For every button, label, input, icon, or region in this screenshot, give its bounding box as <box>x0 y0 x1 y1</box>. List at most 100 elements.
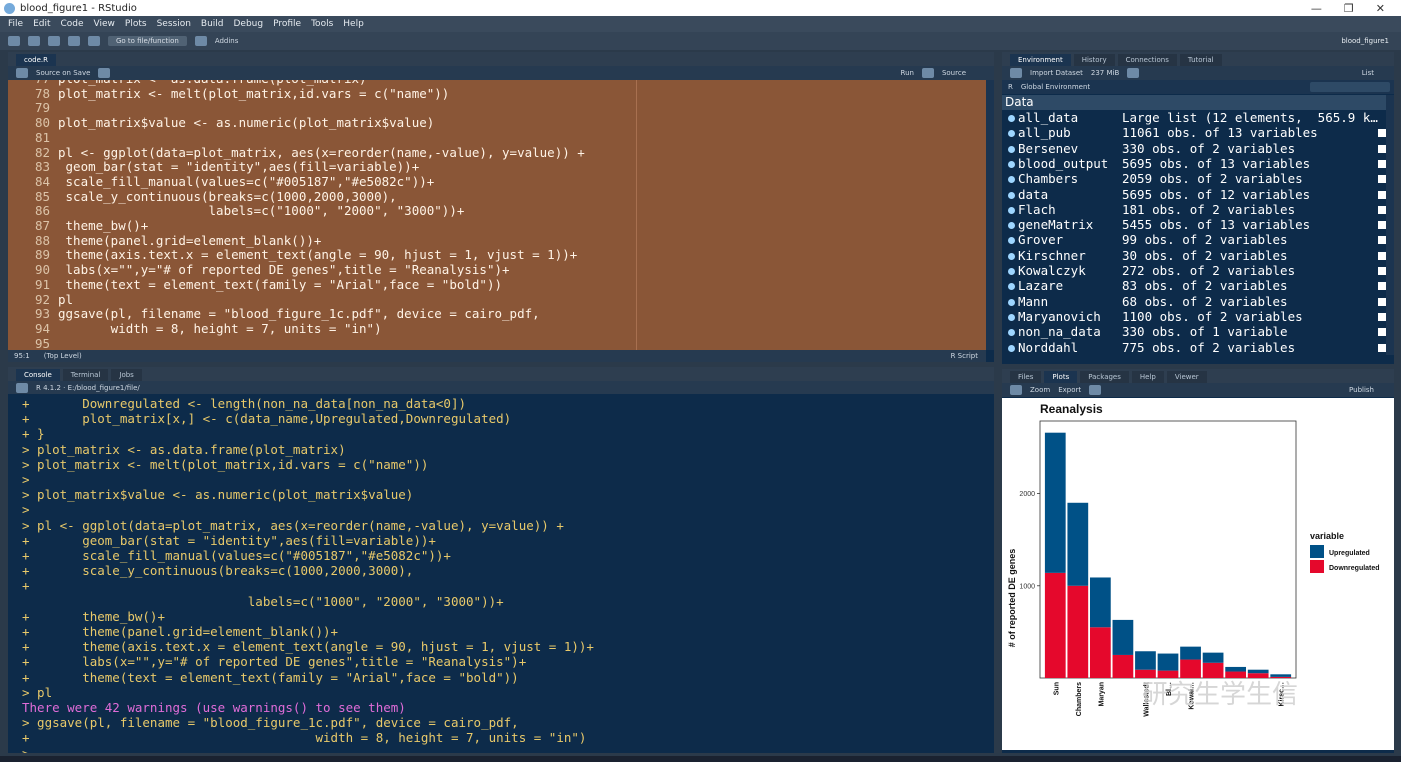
search-icon[interactable] <box>98 68 111 78</box>
code-line[interactable]: 86 labels=c("1000", "2000", "3000"))+ <box>8 203 986 218</box>
tab-help[interactable]: Help <box>1131 371 1164 383</box>
env-row[interactable]: data 5695 obs. of 12 variables <box>1008 187 1386 202</box>
source-on-save-checkbox[interactable]: Source on Save <box>36 69 90 77</box>
code-line[interactable]: 94 width = 8, height = 7, units = "in") <box>8 321 986 336</box>
menu-file[interactable]: File <box>8 19 23 29</box>
source-button[interactable]: Source <box>942 69 966 77</box>
view-data-icon[interactable] <box>1378 343 1386 352</box>
env-row[interactable]: Norddahl 775 obs. of 2 variables <box>1008 340 1386 355</box>
env-row[interactable]: Lazare 83 obs. of 2 variables <box>1008 278 1386 293</box>
view-data-icon[interactable] <box>1378 144 1386 153</box>
view-data-icon[interactable] <box>1378 312 1386 321</box>
expand-icon[interactable] <box>1008 344 1015 352</box>
export-button[interactable]: Export <box>1058 386 1081 394</box>
code-area[interactable]: 77plot_matrix <- as.data.frame(plot_matr… <box>8 80 986 350</box>
expand-icon[interactable] <box>1008 115 1015 122</box>
code-line[interactable]: 82 pl <- ggplot(data=plot_matrix, aes(x=r… <box>8 145 986 160</box>
env-row[interactable]: non_na_data 330 obs. of 1 variable <box>1008 324 1386 339</box>
view-data-icon[interactable] <box>1378 236 1386 245</box>
menu-plots[interactable]: Plots <box>125 19 147 29</box>
goto-file-input[interactable]: Go to file/function <box>108 36 187 46</box>
view-data-icon[interactable] <box>1378 129 1386 138</box>
view-data-icon[interactable] <box>1378 159 1386 168</box>
view-data-icon[interactable] <box>1378 282 1386 291</box>
env-row[interactable]: Maryanovich 1100 obs. of 2 variables <box>1008 309 1386 324</box>
code-line[interactable]: 93 ggsave(pl, filename = "blood_figure_1c… <box>8 306 986 321</box>
code-line[interactable]: 89 theme(axis.text.x = element_text(angl… <box>8 247 986 262</box>
tab-packages[interactable]: Packages <box>1080 371 1129 383</box>
close-button[interactable]: ✕ <box>1376 2 1385 15</box>
import-dataset-button[interactable]: Import Dataset <box>1030 69 1083 77</box>
broom-icon[interactable] <box>1127 68 1140 78</box>
editor-scrollbar[interactable] <box>986 80 994 350</box>
env-row[interactable]: all_data Large list (12 elements, 565.9 k… <box>1008 110 1386 125</box>
env-row[interactable]: all_pub 11061 obs. of 13 variables <box>1008 125 1386 140</box>
code-line[interactable]: 88 theme(panel.grid=element_blank())+ <box>8 233 986 248</box>
menu-debug[interactable]: Debug <box>234 19 264 29</box>
new-project-icon[interactable] <box>28 36 40 46</box>
menu-view[interactable]: View <box>94 19 115 29</box>
expand-icon[interactable] <box>1008 252 1015 260</box>
view-data-icon[interactable] <box>1378 221 1386 230</box>
code-line[interactable]: 79 <box>8 100 986 115</box>
code-line[interactable]: 84 scale_fill_manual(values=c("#005187",… <box>8 174 986 189</box>
expand-icon[interactable] <box>1008 160 1015 168</box>
menu-session[interactable]: Session <box>157 19 191 29</box>
menu-profile[interactable]: Profile <box>273 19 301 29</box>
code-line[interactable]: 85 scale_y_continuous(breaks=c(1000,2000… <box>8 189 986 204</box>
env-row[interactable]: geneMatrix 5455 obs. of 13 variables <box>1008 217 1386 232</box>
env-row[interactable]: blood_output 5695 obs. of 13 variables <box>1008 156 1386 171</box>
code-line[interactable]: 83 geom_bar(stat = "identity",aes(fill=v… <box>8 159 986 174</box>
env-scrollbar[interactable] <box>1386 95 1394 355</box>
tab-history[interactable]: History <box>1073 54 1115 66</box>
code-line[interactable]: 92 pl <box>8 292 986 307</box>
run-button[interactable]: Run <box>901 69 914 77</box>
list-view-button[interactable]: List <box>1362 69 1394 77</box>
load-workspace-icon[interactable] <box>1010 68 1022 78</box>
view-data-icon[interactable] <box>1378 190 1386 199</box>
open-file-icon[interactable] <box>48 36 60 46</box>
expand-icon[interactable] <box>1008 130 1015 138</box>
expand-icon[interactable] <box>1008 283 1015 291</box>
expand-icon[interactable] <box>1008 313 1015 321</box>
view-data-icon[interactable] <box>1378 267 1386 275</box>
expand-icon[interactable] <box>1008 237 1015 245</box>
expand-icon[interactable] <box>1008 268 1015 275</box>
expand-icon[interactable] <box>1008 329 1015 337</box>
code-line[interactable]: 78 plot_matrix <- melt(plot_matrix,id.var… <box>8 86 986 101</box>
env-list[interactable]: all_data Large list (12 elements, 565.9 k… <box>1002 110 1386 358</box>
tab-code-r[interactable]: code.R <box>16 54 56 66</box>
code-line[interactable]: 95 <box>8 336 986 350</box>
view-data-icon[interactable] <box>1378 251 1386 260</box>
scope-select[interactable]: Global Environment <box>1021 83 1090 91</box>
tab-console[interactable]: Console <box>16 369 60 381</box>
grid-icon[interactable] <box>194 36 207 46</box>
language-select[interactable]: R <box>1008 83 1013 91</box>
env-row[interactable]: Kirschner 30 obs. of 2 variables <box>1008 248 1386 263</box>
env-row[interactable]: Flach 181 obs. of 2 variables <box>1008 202 1386 217</box>
print-icon[interactable] <box>88 36 100 46</box>
expand-icon[interactable] <box>1008 206 1015 214</box>
menu-edit[interactable]: Edit <box>33 19 50 29</box>
rerun-icon[interactable] <box>921 68 934 78</box>
code-line[interactable]: 80 plot_matrix$value <- as.numeric(plot_m… <box>8 115 986 130</box>
expand-icon[interactable] <box>1008 222 1015 230</box>
env-row[interactable]: Kowalczyk 272 obs. of 2 variables <box>1008 263 1386 278</box>
expand-icon[interactable] <box>1008 298 1015 306</box>
addins-button[interactable]: Addins <box>215 37 239 45</box>
expand-icon[interactable] <box>1008 176 1015 184</box>
env-row[interactable]: Grover 99 obs. of 2 variables <box>1008 232 1386 247</box>
view-data-icon[interactable] <box>1378 175 1386 184</box>
tab-connections[interactable]: Connections <box>1117 54 1177 66</box>
tab-tutorial[interactable]: Tutorial <box>1179 54 1222 66</box>
save-icon[interactable] <box>68 36 80 46</box>
view-data-icon[interactable] <box>1378 328 1386 337</box>
env-row[interactable]: Chambers 2059 obs. of 2 variables <box>1008 171 1386 186</box>
project-menu[interactable]: blood_figure1 <box>1341 37 1401 45</box>
code-line[interactable]: 90 labs(x="",y="# of reported DE genes",… <box>8 262 986 277</box>
delete-plot-icon[interactable] <box>1089 385 1102 395</box>
menu-help[interactable]: Help <box>343 19 364 29</box>
env-search-input[interactable] <box>1310 82 1390 92</box>
code-line[interactable]: 91 theme(text = element_text(family = "A… <box>8 277 986 292</box>
menu-build[interactable]: Build <box>201 19 224 29</box>
